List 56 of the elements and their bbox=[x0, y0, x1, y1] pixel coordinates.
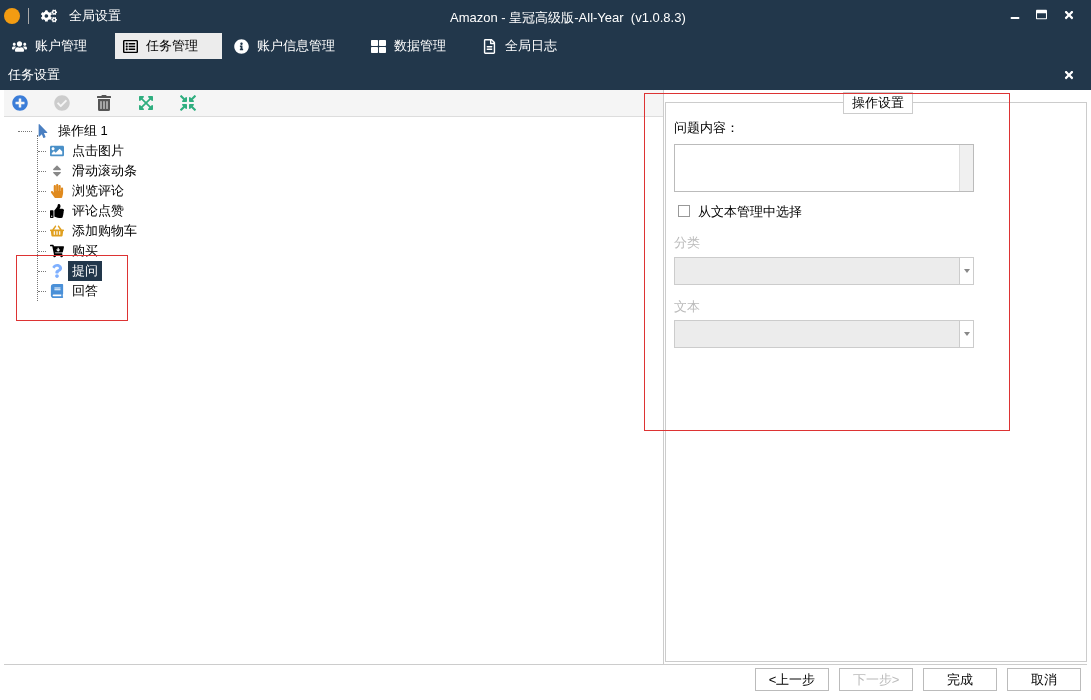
footer-button[interactable]: <上一步 bbox=[755, 668, 829, 691]
expand-icon[interactable] bbox=[138, 95, 154, 111]
list-icon bbox=[123, 38, 138, 54]
trash-icon[interactable] bbox=[96, 95, 112, 111]
grid-icon bbox=[371, 38, 386, 54]
image-icon bbox=[50, 144, 64, 158]
pointer-icon bbox=[36, 124, 50, 138]
close-icon[interactable] bbox=[1063, 69, 1075, 81]
tree-item[interactable]: 回答 bbox=[68, 281, 102, 301]
dropdown-field[interactable] bbox=[674, 320, 974, 348]
close-icon[interactable] bbox=[1063, 9, 1075, 21]
caret-down-icon bbox=[963, 332, 970, 336]
hand-icon bbox=[50, 184, 64, 198]
dropdown-field[interactable] bbox=[674, 256, 974, 285]
nav-tab[interactable]: 数据管理 bbox=[363, 33, 470, 59]
document-icon bbox=[482, 38, 497, 54]
section-title: 任务设置 bbox=[8, 66, 60, 85]
tree-item[interactable]: 评论点赞 bbox=[68, 201, 128, 221]
nav-tab[interactable]: 任务管理 bbox=[115, 33, 222, 59]
scroll-icon bbox=[50, 164, 64, 178]
nav-tab[interactable]: 账户管理 bbox=[4, 33, 111, 59]
footer-button[interactable]: 完成 bbox=[923, 668, 997, 691]
cart-icon bbox=[50, 244, 64, 258]
caret-down-icon bbox=[963, 268, 970, 273]
add-icon[interactable] bbox=[12, 95, 28, 111]
tree-item[interactable]: 浏览评论 bbox=[68, 181, 128, 201]
nav-tab[interactable]: 全局日志 bbox=[474, 33, 581, 59]
thumbs-up-icon bbox=[50, 204, 64, 218]
checkbox-label: 从文本管理中选择 bbox=[698, 202, 802, 221]
field-label: 分类 bbox=[674, 234, 701, 252]
checkbox[interactable] bbox=[678, 205, 690, 218]
dropdown-button[interactable] bbox=[959, 321, 973, 347]
question-icon bbox=[50, 264, 64, 278]
collapse-icon[interactable] bbox=[180, 95, 196, 111]
group-title: 操作设置 bbox=[843, 92, 913, 114]
field-label: 问题内容： bbox=[674, 119, 740, 137]
window-title: Amazon - 皇冠高级版-All-Year (v1.0.8.3) bbox=[450, 9, 686, 27]
tree-item[interactable]: 提问 bbox=[68, 261, 102, 281]
scrollbar[interactable] bbox=[959, 144, 973, 191]
dropdown-button[interactable] bbox=[959, 257, 973, 284]
global-settings-link[interactable]: 全局设置 bbox=[69, 6, 121, 26]
question-input[interactable] bbox=[674, 143, 974, 192]
basket-icon bbox=[50, 224, 64, 238]
footer-button[interactable]: 取消 bbox=[1007, 668, 1081, 691]
tree-item[interactable]: 滑动滚动条 bbox=[68, 161, 141, 181]
info-icon bbox=[234, 38, 249, 54]
app-logo-icon bbox=[4, 8, 20, 24]
field-label: 文本 bbox=[674, 297, 701, 316]
tree-item[interactable]: 点击图片 bbox=[68, 141, 128, 161]
nav-tab[interactable]: 账户信息管理 bbox=[226, 33, 359, 59]
tree-item[interactable]: 添加购物车 bbox=[68, 221, 141, 241]
settings-icon bbox=[41, 8, 57, 24]
users-icon bbox=[12, 38, 27, 54]
tree-item[interactable]: 操作组 1 bbox=[54, 121, 112, 141]
maximize-icon[interactable] bbox=[1036, 9, 1047, 20]
book-icon bbox=[50, 284, 64, 298]
